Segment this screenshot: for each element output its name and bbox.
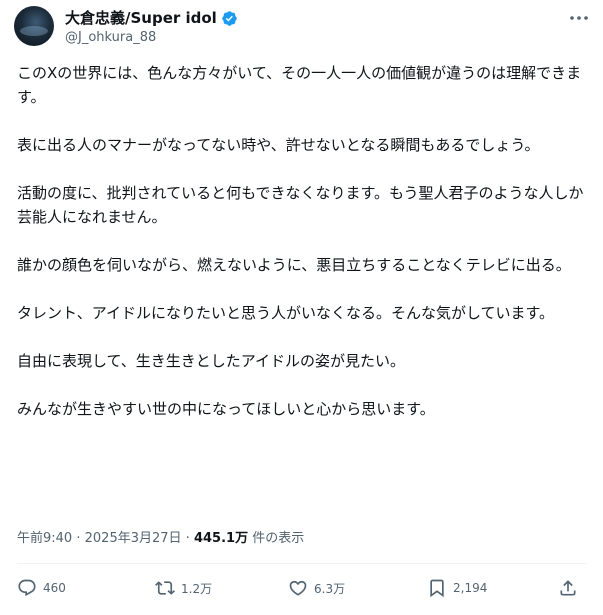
like-count: 6.3万 (314, 581, 346, 596)
like-button[interactable]: 6.3万 (288, 578, 345, 598)
post-body: このXの世界には、色んな方々がいて、その一人一人の価値観が違うのは理解できます。… (17, 61, 587, 445)
name-row: 大倉忠義/Super idol (65, 9, 238, 27)
post-paragraph: このXの世界には、色んな方々がいて、その一人一人の価値観が違うのは理解できます。 (17, 64, 582, 106)
share-icon (560, 580, 576, 596)
verified-badge-icon (222, 10, 237, 26)
repost-count: 1.2万 (181, 581, 213, 596)
meta-separator: · (76, 531, 81, 546)
post-header: 大倉忠義/Super idol @J_ohkura_88 (14, 6, 594, 46)
more-options-icon[interactable] (568, 10, 590, 26)
meta-separator: · (185, 531, 190, 546)
display-name[interactable]: 大倉忠義/Super idol (65, 9, 217, 27)
divider (17, 563, 587, 564)
post-paragraph: みんなが生きやすい世の中になってほしいと心から思います。 (17, 400, 435, 418)
avatar[interactable] (14, 6, 54, 46)
like-icon (289, 580, 307, 596)
bookmark-count: 2,194 (453, 581, 488, 595)
repost-button[interactable]: 1.2万 (155, 578, 212, 598)
view-label: 件の表示 (252, 531, 305, 546)
repost-icon (155, 581, 175, 595)
post-paragraph: 自由に表現して、生き生きとしたアイドルの姿が見たい。 (17, 352, 406, 370)
bookmark-button[interactable]: 2,194 (427, 578, 487, 598)
post-card: 大倉忠義/Super idol @J_ohkura_88 このXの世界には、色ん… (0, 0, 603, 615)
reply-icon (18, 579, 36, 597)
bookmark-icon (430, 579, 444, 598)
view-count: 445.1万 (193, 531, 249, 546)
post-paragraph: 誰かの顔色を伺いながら、燃えないように、悪目立ちすることなくテレビに出る。 (17, 256, 571, 274)
reply-button[interactable]: 460 (17, 578, 66, 598)
post-paragraph: タレント、アイドルになりたいと思う人がいなくなる。そんな気がしています。 (17, 304, 555, 322)
post-date[interactable]: 2025年3月27日 (85, 531, 182, 546)
post-time[interactable]: 午前9:40 (17, 531, 72, 546)
action-bar: 460 1.2万 6.3万 2,194 (17, 578, 587, 602)
post-paragraph: 表に出る人のマナーがなってない時や、許せないとなる瞬間もあるでしょう。 (17, 136, 540, 154)
share-button[interactable] (558, 578, 578, 598)
post-paragraph: 活動の度に、批判されていると何もできなくなります。もう聖人君子のような人しか芸能… (17, 184, 584, 226)
reply-count: 460 (43, 581, 66, 595)
user-handle[interactable]: @J_ohkura_88 (65, 30, 156, 46)
post-meta: 午前9:40 · 2025年3月27日 · 445.1万 件の表示 (17, 531, 304, 547)
